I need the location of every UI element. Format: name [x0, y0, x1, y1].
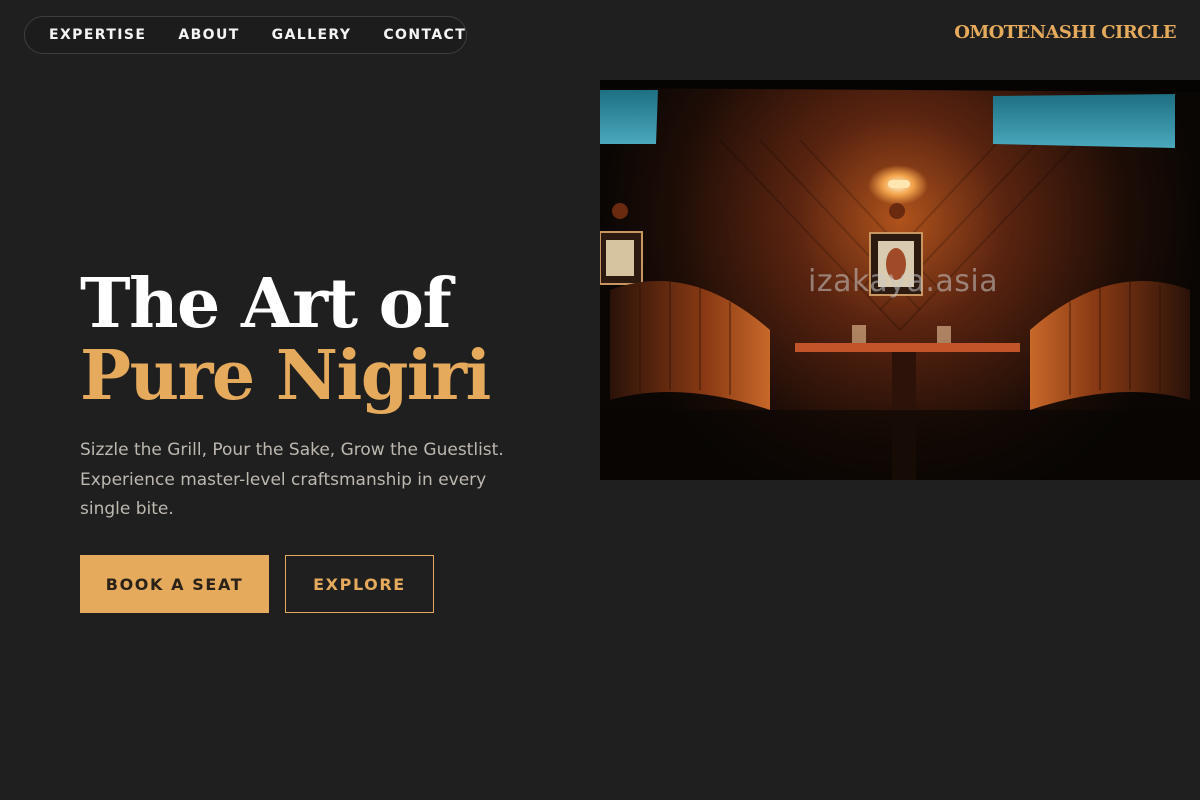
explore-button[interactable]: EXPLORE	[285, 555, 434, 613]
nav-link-contact[interactable]: CONTACT	[383, 27, 466, 43]
hero-title-line-2: Pure Nigiri	[80, 336, 491, 416]
book-a-seat-button[interactable]: BOOK A SEAT	[80, 555, 269, 613]
hero-title-line-1: The Art of	[80, 264, 452, 344]
nav-link-gallery[interactable]: GALLERY	[272, 27, 352, 43]
photo-watermark: izakaya.asia	[808, 264, 999, 299]
brand-logo[interactable]: OMOTENASHI CIRCLE	[954, 22, 1176, 43]
restaurant-booth-photo: izakaya.asia	[600, 80, 1200, 480]
hero-title: The Art of Pure Nigiri	[80, 264, 491, 416]
nav-link-about[interactable]: ABOUT	[178, 27, 239, 43]
hero-subtitle: Sizzle the Grill, Pour the Sake, Grow th…	[80, 440, 504, 519]
nav-link-expertise[interactable]: EXPERTISE	[49, 27, 146, 43]
main-nav: EXPERTISE ABOUT GALLERY CONTACT	[24, 16, 467, 54]
